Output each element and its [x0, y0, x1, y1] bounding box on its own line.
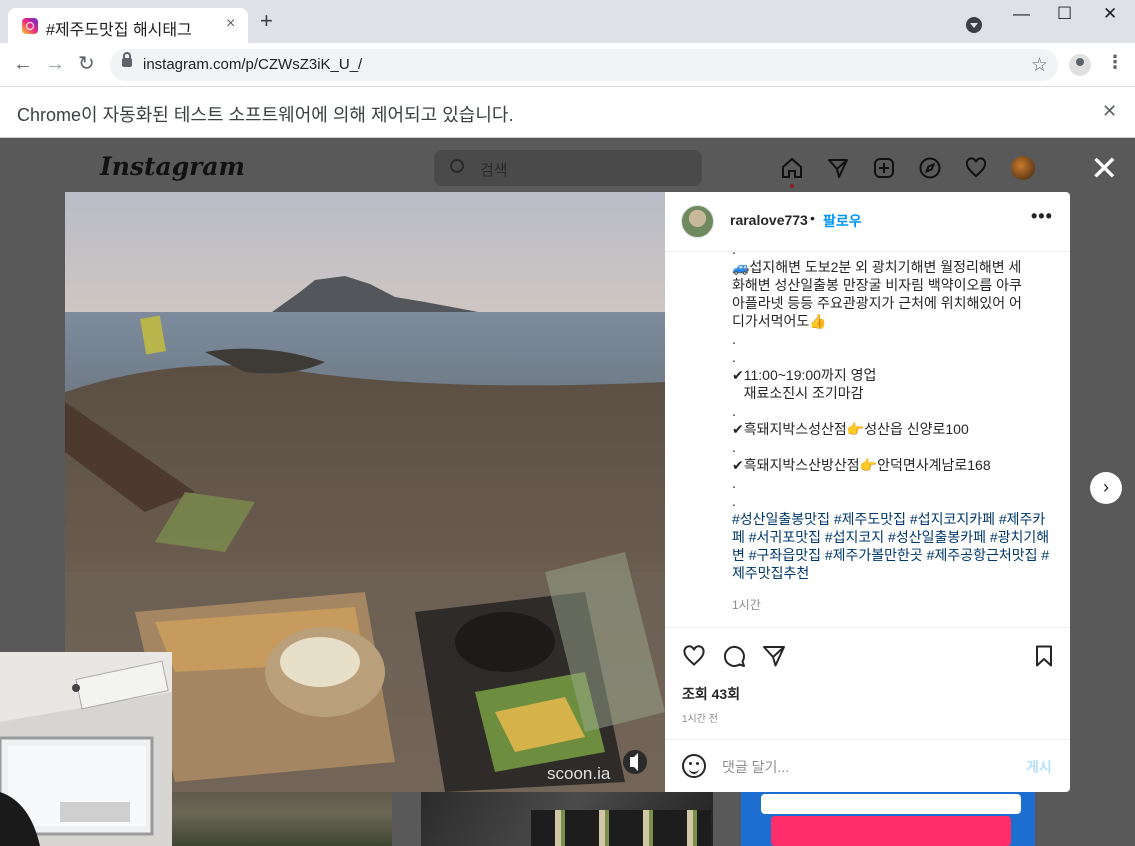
caption-line: .	[732, 475, 736, 491]
profile-icon[interactable]	[1069, 54, 1091, 76]
send-icon[interactable]	[826, 156, 850, 180]
profile-avatar[interactable]	[1011, 156, 1035, 180]
kimbap-image	[531, 810, 711, 846]
caption-line: ✔흑돼지박스성산점👉성산읍 신양로100	[732, 421, 969, 437]
follow-button[interactable]: 팔로우	[823, 211, 862, 231]
post-actions	[665, 640, 1070, 676]
comment-icon[interactable]	[722, 644, 746, 668]
caption-line: 디가서먹어도👍	[732, 313, 827, 329]
watermark-text: scoon.ia	[547, 764, 611, 783]
caption-line: 아플라넷 등등 주요관광지가 근처에 위치해있어 어	[732, 295, 1022, 311]
bookmark-star-icon[interactable]: ☆	[1031, 54, 1048, 77]
caption-line: .	[732, 493, 736, 509]
tab-search-icon[interactable]	[966, 17, 982, 33]
thumbnail-title-graphic	[771, 816, 1011, 846]
close-window-button[interactable]: ✕	[1103, 4, 1117, 24]
new-tab-button[interactable]: +	[260, 10, 273, 32]
infobar-close-icon[interactable]: ✕	[1102, 101, 1117, 122]
browser-toolbar: ← → ↻ instagram.com/p/CZWsZ3iK_U_/ ☆ ⋮	[0, 43, 1135, 87]
caption-line: .	[732, 331, 736, 347]
address-bar[interactable]: instagram.com/p/CZWsZ3iK_U_/ ☆	[110, 49, 1058, 81]
caption-line: 화해변 성산일출봉 만장굴 비자림 백약이오름 아쿠	[732, 277, 1022, 293]
emoji-icon[interactable]	[682, 754, 706, 778]
search-icon	[450, 159, 464, 173]
caption-line: 재료소진시 조기마감	[732, 385, 864, 401]
tab-strip: #제주도맛집 해시태그 × + — ☐ ✕	[0, 0, 1135, 43]
instagram-logo[interactable]: Instagram	[100, 152, 245, 181]
reload-button[interactable]: ↻	[78, 53, 95, 75]
home-active-dot	[790, 184, 794, 188]
maximize-button[interactable]: ☐	[1057, 4, 1072, 24]
search-input[interactable]: 검색	[434, 150, 702, 186]
webcam-overlay	[0, 652, 172, 846]
caption-line: .	[732, 403, 736, 419]
comment-input[interactable]: 댓글 달기...	[722, 757, 789, 777]
post-comment-button[interactable]: 게시	[1026, 757, 1052, 777]
automation-infobar: Chrome이 자동화된 테스트 소프트웨어에 의해 제어되고 있습니다. ✕	[0, 87, 1135, 138]
browser-tab[interactable]: #제주도맛집 해시태그 ×	[8, 8, 248, 43]
caption-scroll-area[interactable]: . 🚙섭지해변 도보2분 외 광치기해변 월정리해변 세 화해변 성산일출봉 만…	[665, 252, 1070, 628]
next-post-button[interactable]: ›	[1090, 472, 1122, 504]
thumbnail-banner	[761, 794, 1021, 814]
grid-thumbnail[interactable]	[172, 792, 392, 846]
like-heart-icon[interactable]	[682, 644, 706, 668]
modal-close-icon[interactable]: ✕	[1090, 152, 1119, 186]
author-username[interactable]: raralove773	[730, 212, 808, 228]
heart-icon[interactable]	[964, 156, 988, 180]
save-bookmark-icon[interactable]	[1032, 644, 1056, 668]
grid-thumbnail[interactable]	[741, 792, 1035, 846]
tab-close-icon[interactable]: ×	[226, 15, 235, 33]
share-send-icon[interactable]	[762, 644, 786, 668]
home-icon[interactable]	[780, 156, 804, 180]
search-placeholder: 검색	[480, 162, 508, 179]
infobar-message: Chrome이 자동화된 테스트 소프트웨어에 의해 제어되고 있습니다.	[17, 105, 514, 125]
caption-line: .	[732, 439, 736, 455]
back-button[interactable]: ←	[13, 53, 33, 75]
chrome-menu-icon[interactable]: ⋮	[1106, 52, 1124, 73]
caption-body: . 🚙섭지해변 도보2분 외 광치기해변 월정리해변 세 화해변 성산일출봉 만…	[732, 252, 1052, 614]
more-options-icon[interactable]: •••	[1031, 206, 1053, 227]
hashtag-links[interactable]: #성산일출봉맛집 #제주도맛집 #섭지코지카페 #제주카페 #서귀포맛집 #섭지…	[732, 510, 1052, 582]
new-post-icon[interactable]	[872, 156, 896, 180]
caption-line: ✔흑돼지박스산방산점👉안덕면사계남로168	[732, 457, 991, 473]
forward-button[interactable]: →	[45, 53, 65, 75]
caption-line: .	[732, 349, 736, 365]
comment-composer: 댓글 달기... 게시	[665, 739, 1070, 792]
tab-title: #제주도맛집 해시태그	[46, 22, 192, 39]
view-count[interactable]: 조회 43회	[682, 684, 740, 704]
post-header: raralove773 • 팔로우 •••	[665, 192, 1070, 252]
author-avatar[interactable]	[681, 205, 714, 238]
post-time-ago: 1시간 전	[682, 714, 718, 725]
separator-dot: •	[810, 210, 815, 226]
minimize-button[interactable]: —	[1013, 4, 1030, 24]
post-side-panel: raralove773 • 팔로우 ••• . 🚙섭지해변 도보2분 외 광치기…	[665, 192, 1070, 792]
webcam-video	[0, 652, 172, 846]
lock-icon[interactable]	[122, 52, 132, 67]
caption-line: ✔11:00~19:00까지 영업	[732, 367, 877, 383]
url-text[interactable]: instagram.com/p/CZWsZ3iK_U_/	[143, 56, 362, 73]
grid-thumbnail[interactable]	[421, 792, 713, 846]
instagram-favicon-icon	[22, 18, 38, 34]
caption-line: 🚙섭지해변 도보2분 외 광치기해변 월정리해변 세	[732, 259, 1022, 275]
explore-icon[interactable]	[918, 156, 942, 180]
caption-timestamp[interactable]: 1시간	[732, 596, 1052, 614]
